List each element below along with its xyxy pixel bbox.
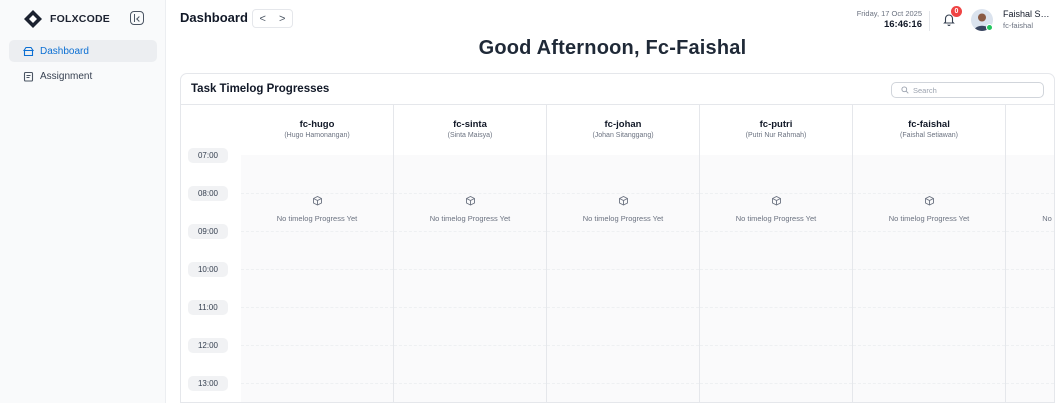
member-handle: fc-putri bbox=[759, 119, 793, 130]
search-input[interactable]: Search bbox=[891, 82, 1044, 98]
member-full-name: (M bbox=[1006, 119, 1054, 126]
time-slot-label: 07:00 bbox=[188, 148, 228, 163]
user-name[interactable]: Faishal Se... bbox=[1003, 9, 1053, 19]
member-timelog-area: No timelog Progress Yet bbox=[547, 155, 699, 402]
member-column-header: fc-hugo (Hugo Hamonangan) bbox=[241, 105, 393, 155]
time-slot-label: 08:00 bbox=[188, 186, 228, 201]
online-status-dot bbox=[986, 24, 993, 31]
member-column-header: fc-sinta (Sinta Maisya) bbox=[394, 105, 546, 155]
member-full-name: (Johan Sitanggang) bbox=[592, 132, 654, 139]
empty-state-text: No timelog Progress Yet bbox=[735, 214, 817, 223]
member-column-header: fc-johan (Johan Sitanggang) bbox=[547, 105, 699, 155]
member-full-name: (Putri Nur Rahmah) bbox=[745, 132, 807, 139]
empty-state-text: No timelog Progress Yet bbox=[429, 214, 511, 223]
empty-state-text: No timelog Progress Yet bbox=[888, 214, 970, 223]
member-full-name: (Sinta Maisya) bbox=[447, 132, 493, 139]
empty-state: No timelog Progress Yet bbox=[547, 193, 699, 223]
member-column-header: fc-putri (Putri Nur Rahmah) bbox=[700, 105, 852, 155]
assignment-icon bbox=[23, 71, 34, 82]
brand[interactable]: FOLXCODE bbox=[23, 9, 110, 29]
empty-box-icon bbox=[618, 195, 628, 206]
sidebar-item-label: Assignment bbox=[40, 70, 93, 82]
time-slot-label: 09:00 bbox=[188, 224, 228, 239]
member-column: fc-putri (Putri Nur Rahmah) No timelog P… bbox=[700, 105, 853, 402]
member-handle: fc-johan bbox=[604, 119, 642, 130]
empty-state: No timelog Progress Yet bbox=[700, 193, 852, 223]
member-column: fc-faishal (Faishal Setiawan) No timelog… bbox=[853, 105, 1006, 402]
time-slot-label: 11:00 bbox=[188, 300, 228, 315]
member-timelog-area: No timelog Progress Yet bbox=[241, 155, 393, 402]
member-column-header: (M bbox=[1006, 105, 1054, 155]
empty-state: No timelog Progress Yet bbox=[394, 193, 546, 223]
member-full-name: (Faishal Setiawan) bbox=[900, 132, 958, 139]
time-slot-label: 12:00 bbox=[188, 338, 228, 353]
member-timelog-area: No timelog Progress Yet bbox=[700, 155, 852, 402]
time-axis: 07:00 08:00 09:00 10:00 11:00 12:00 13:0… bbox=[181, 105, 241, 402]
sidebar-item-dashboard[interactable]: Dashboard bbox=[9, 40, 157, 62]
search-icon bbox=[901, 86, 909, 94]
sidebar: FOLXCODE Dashboard Assignment bbox=[0, 0, 166, 403]
greeting-heading: Good Afternoon, Fc-Faishal bbox=[478, 37, 747, 59]
member-columns: fc-hugo (Hugo Hamonangan) No timelog Pro… bbox=[241, 105, 1054, 402]
empty-box-icon bbox=[312, 195, 322, 206]
empty-state-text: No timelog Progress Yet bbox=[1042, 214, 1054, 223]
member-handle: fc-faishal bbox=[908, 119, 950, 130]
empty-state-text: No timelog Progress Yet bbox=[276, 214, 358, 223]
member-timelog-area: No timelog Progress Yet bbox=[394, 155, 546, 402]
empty-state: No timelog Progress Yet bbox=[853, 193, 1005, 223]
member-handle: fc-hugo bbox=[299, 119, 335, 130]
member-timelog-area: No timelog Progress Yet bbox=[1006, 155, 1054, 402]
forward-button[interactable]: > bbox=[273, 10, 293, 27]
empty-state-text: No timelog Progress Yet bbox=[582, 214, 664, 223]
member-column: fc-johan (Johan Sitanggang) No timelog P… bbox=[547, 105, 700, 402]
member-column: (M No timelog Progress Yet bbox=[1006, 105, 1054, 402]
panel-header: Task Timelog Progresses Search bbox=[181, 74, 1054, 105]
member-column: fc-sinta (Sinta Maisya) No timelog Progr… bbox=[394, 105, 547, 402]
empty-box-icon bbox=[465, 195, 475, 206]
sidebar-item-label: Dashboard bbox=[40, 45, 89, 57]
empty-box-icon bbox=[924, 195, 934, 206]
current-date: Friday, 17 Oct 2025 bbox=[856, 9, 922, 18]
empty-state: No timelog Progress Yet bbox=[1006, 193, 1054, 223]
page-title: Dashboard bbox=[180, 10, 248, 25]
brand-name: FOLXCODE bbox=[50, 13, 110, 25]
member-timelog-area: No timelog Progress Yet bbox=[853, 155, 1005, 402]
search-placeholder: Search bbox=[913, 85, 937, 95]
back-button[interactable]: < bbox=[253, 10, 273, 27]
member-handle: fc-sinta bbox=[453, 119, 487, 130]
empty-box-icon bbox=[771, 195, 781, 206]
notification-badge: 0 bbox=[951, 6, 962, 17]
time-slot-label: 13:00 bbox=[188, 376, 228, 391]
datetime: Friday, 17 Oct 2025 16:46:16 bbox=[857, 9, 922, 30]
collapse-sidebar-icon[interactable] bbox=[130, 11, 144, 25]
time-slot-label: 10:00 bbox=[188, 262, 228, 277]
user-handle: fc-faishal bbox=[1003, 21, 1034, 30]
member-column: fc-hugo (Hugo Hamonangan) No timelog Pro… bbox=[241, 105, 394, 402]
dashboard-icon bbox=[23, 46, 34, 57]
folxcode-logo-icon bbox=[23, 9, 43, 29]
panel-title: Task Timelog Progresses bbox=[191, 83, 330, 95]
task-timelog-panel: Task Timelog Progresses Search 07:00 08:… bbox=[180, 73, 1055, 403]
current-time: 16:46:16 bbox=[883, 19, 922, 30]
page-nav-arrows: < > bbox=[252, 9, 293, 28]
sidebar-nav: Dashboard Assignment bbox=[9, 40, 157, 90]
member-full-name: (Hugo Hamonangan) bbox=[284, 132, 350, 139]
member-column-header: fc-faishal (Faishal Setiawan) bbox=[853, 105, 1005, 155]
empty-state: No timelog Progress Yet bbox=[241, 193, 393, 223]
header-divider bbox=[929, 11, 930, 31]
sidebar-item-assignment[interactable]: Assignment bbox=[9, 65, 157, 87]
timelog-grid: 07:00 08:00 09:00 10:00 11:00 12:00 13:0… bbox=[181, 105, 1054, 402]
